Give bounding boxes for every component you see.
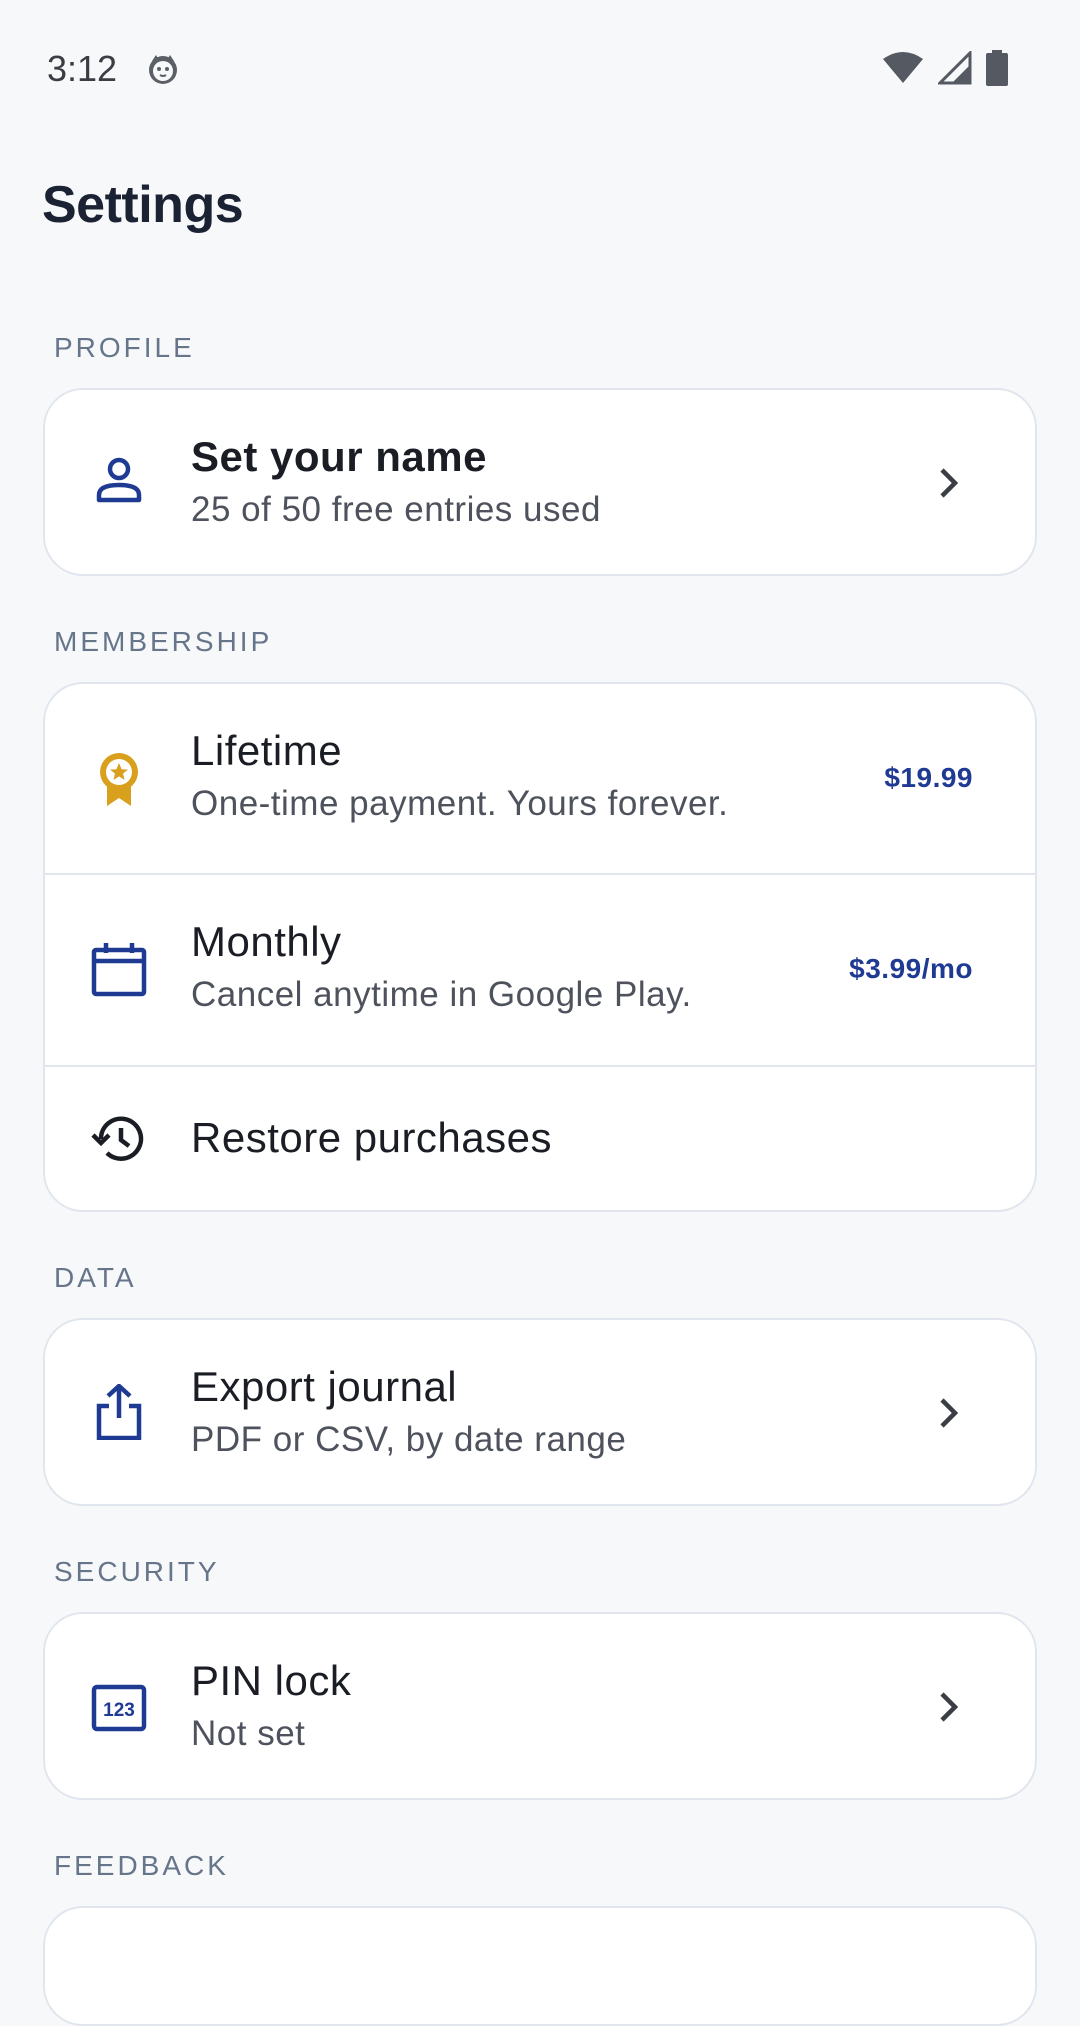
row-title: PIN lock — [191, 1657, 352, 1704]
row-subtitle: 25 of 50 free entries used — [191, 490, 601, 529]
row-title: Export journal — [191, 1363, 458, 1410]
price-lifetime: $19.99 — [884, 762, 973, 793]
share-export-icon — [96, 1384, 142, 1440]
row-subtitle: Cancel anytime in Google Play. — [191, 975, 692, 1014]
data-card: Export journal PDF or CSV, by date range — [43, 1318, 1037, 1506]
pin-lock-row[interactable]: 123 PIN lock Not set — [45, 1614, 1035, 1798]
section-label-profile: PROFILE — [54, 332, 195, 363]
section-label-membership: MEMBERSHIP — [54, 626, 273, 657]
feedback-card[interactable] — [43, 1906, 1037, 2026]
history-icon — [91, 1116, 144, 1161]
export-journal-row[interactable]: Export journal PDF or CSV, by date range — [45, 1320, 1035, 1504]
section-label-security: SECURITY — [54, 1556, 220, 1587]
wifi-icon — [883, 52, 923, 83]
person-icon — [96, 457, 142, 503]
section-label-feedback: FEEDBACK — [54, 1850, 229, 1881]
security-card: 123 PIN lock Not set — [43, 1612, 1037, 1800]
battery-icon — [986, 50, 1008, 86]
row-title: Monthly — [191, 918, 342, 965]
cat-face-icon — [149, 55, 177, 84]
row-subtitle: PDF or CSV, by date range — [191, 1420, 627, 1459]
row-title: Set your name — [191, 433, 487, 480]
calendar-icon — [91, 943, 147, 997]
section-label-data: DATA — [54, 1262, 137, 1293]
price-monthly: $3.99/mo — [849, 953, 973, 984]
status-time: 3:12 — [47, 48, 118, 89]
chevron-right-icon — [940, 1398, 959, 1428]
svg-text:123: 123 — [103, 1700, 135, 1721]
award-medal-icon — [100, 753, 138, 806]
restore-purchases-row[interactable]: Restore purchases — [45, 1067, 1035, 1210]
row-subtitle: Not set — [191, 1714, 306, 1753]
row-title: Restore purchases — [191, 1114, 553, 1161]
set-name-row[interactable]: Set your name 25 of 50 free entries used — [45, 390, 1035, 574]
signal-icon — [938, 51, 972, 85]
chevron-right-icon — [940, 1692, 959, 1722]
monthly-row[interactable]: Monthly Cancel anytime in Google Play. $… — [45, 875, 1035, 1067]
membership-card: Lifetime One-time payment. Yours forever… — [43, 682, 1037, 1212]
row-subtitle: One-time payment. Yours forever. — [191, 784, 729, 823]
lifetime-row[interactable]: Lifetime One-time payment. Yours forever… — [45, 684, 1035, 875]
pin-123-icon: 123 — [91, 1684, 147, 1732]
page-title: Settings — [42, 176, 244, 234]
row-title: Lifetime — [191, 727, 343, 774]
profile-card: Set your name 25 of 50 free entries used — [43, 388, 1037, 576]
chevron-right-icon — [940, 468, 959, 498]
status-bar: 3:12 — [0, 0, 1080, 140]
